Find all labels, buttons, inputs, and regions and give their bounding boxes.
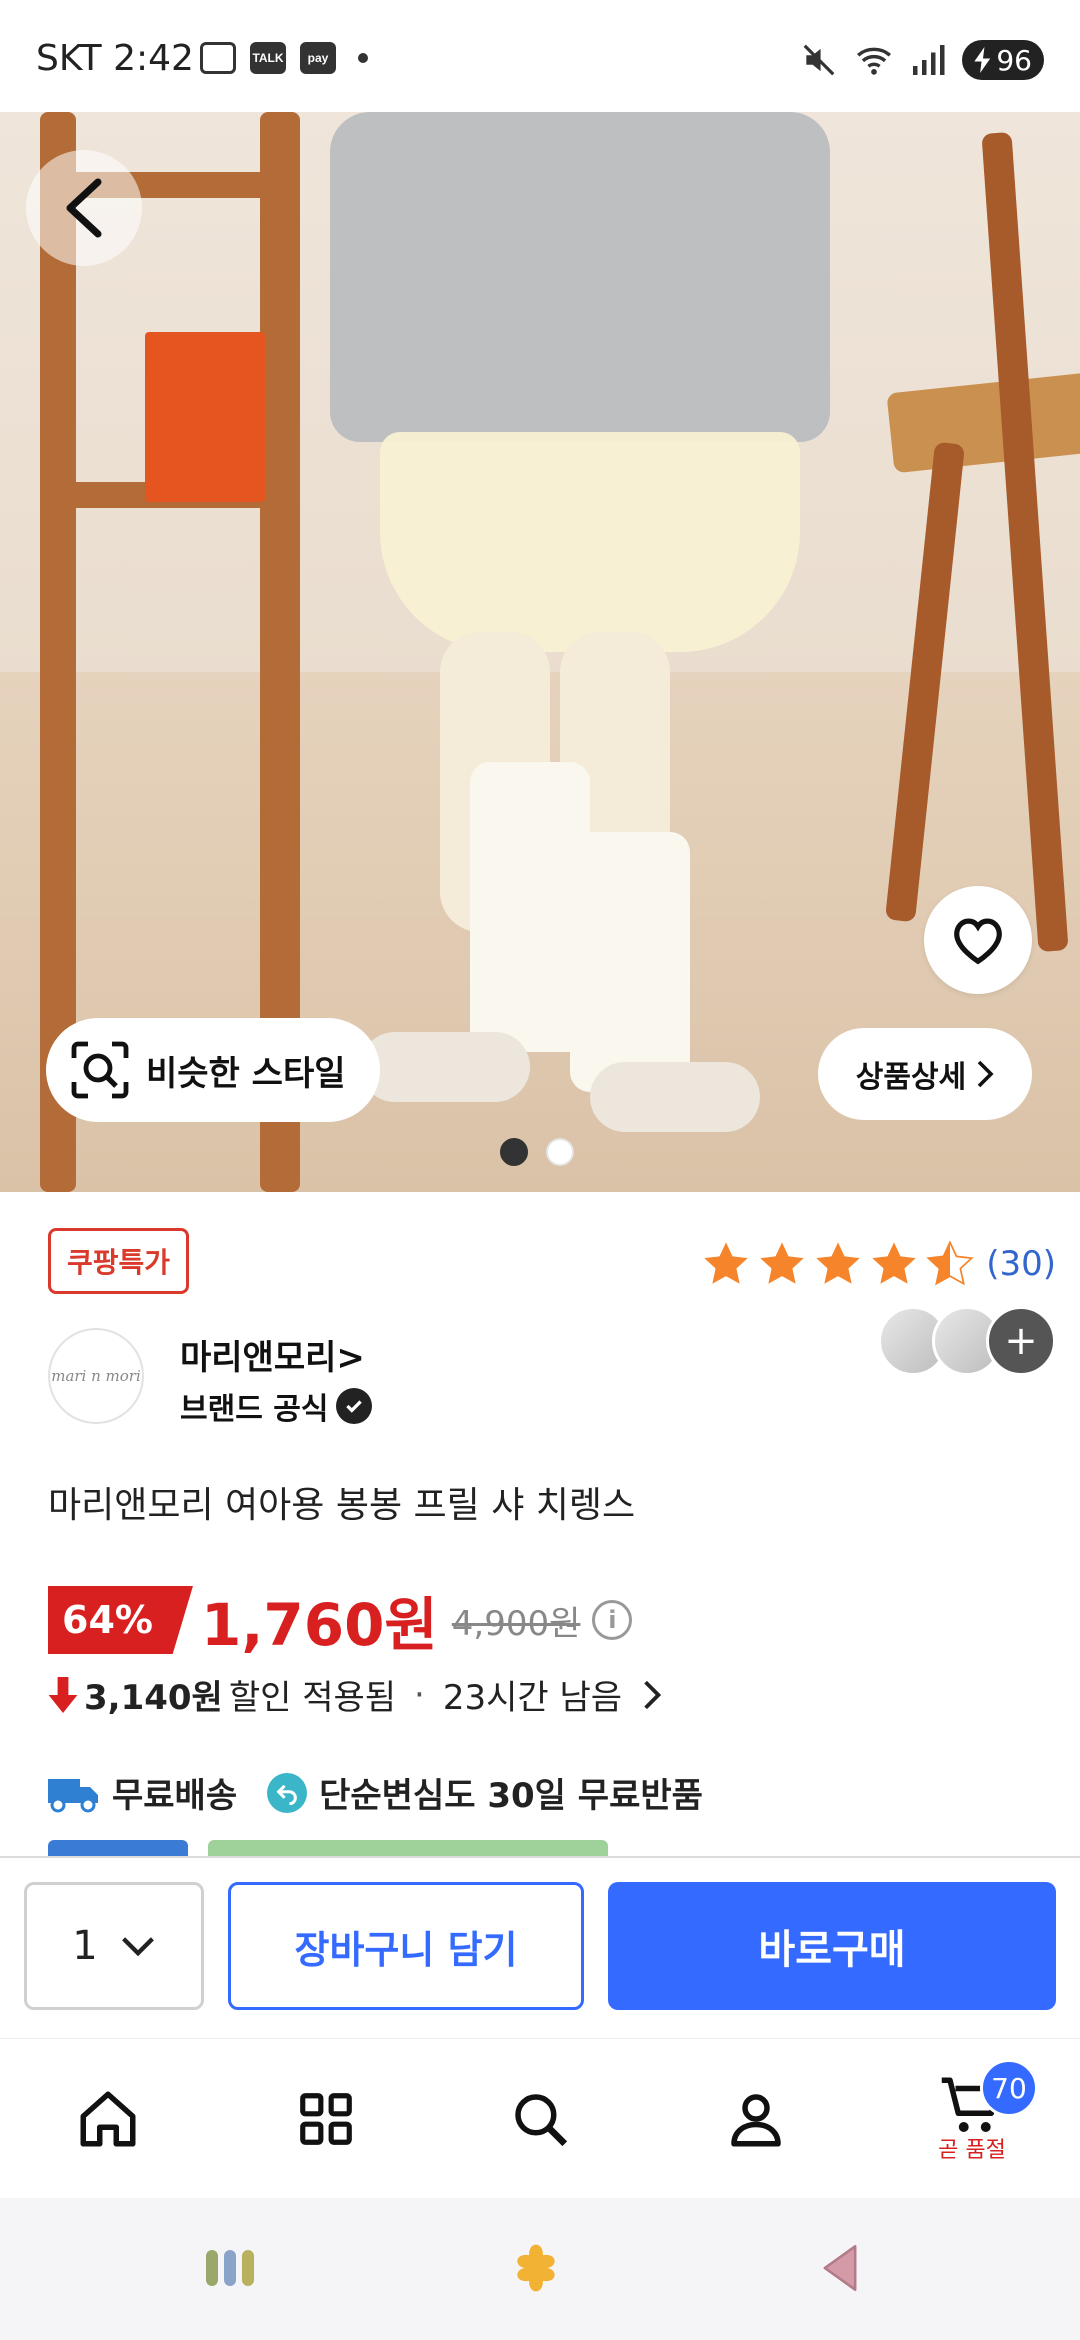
chevron-right-icon bbox=[977, 1060, 994, 1088]
home-system-button[interactable] bbox=[496, 2238, 576, 2298]
grid-icon bbox=[300, 2093, 352, 2145]
home-icon bbox=[80, 2091, 136, 2147]
status-time: SKT 2:42 bbox=[36, 38, 194, 79]
charging-bolt-icon bbox=[974, 47, 991, 73]
status-right-icons: 96 bbox=[800, 40, 1044, 80]
sale-price: 1,760원 bbox=[200, 1591, 438, 1659]
status-bar: SKT 2:42 TALK pay 96 bbox=[0, 0, 1080, 112]
wishlist-button[interactable] bbox=[924, 886, 1032, 994]
cart-count-badge: 70 bbox=[980, 2059, 1038, 2117]
user-icon bbox=[731, 2094, 781, 2147]
wifi-icon bbox=[857, 47, 892, 75]
signal-icon bbox=[913, 45, 945, 75]
photo-jacket bbox=[330, 112, 830, 442]
back-triangle-icon bbox=[823, 2245, 857, 2291]
instant-discount-row[interactable]: 3,140원 할인 적용됨 · 23시간 남음 bbox=[48, 1670, 662, 1719]
seller-logo[interactable]: mari n mori bbox=[48, 1328, 144, 1424]
return-arrow-icon bbox=[267, 1772, 308, 1813]
price-info-icon[interactable]: i bbox=[592, 1600, 633, 1640]
free-returns-label: 단순변심도 30일 무료반품 bbox=[319, 1776, 703, 1816]
review-count-link[interactable]: (30) bbox=[986, 1244, 1056, 1284]
brand-official-label: 브랜드 공식 bbox=[180, 1384, 373, 1428]
similar-style-button[interactable]: 비슷한 스타일 bbox=[46, 1018, 380, 1122]
product-title: 마리앤모리 여아용 봉봉 프릴 샤 치렝스 bbox=[48, 1485, 636, 1526]
chevron-down-icon bbox=[121, 1937, 154, 1957]
more-notifications-icon bbox=[358, 53, 368, 63]
cart-soldout-note: 곧 품절 bbox=[938, 2138, 1006, 2163]
back-button[interactable] bbox=[26, 150, 142, 266]
battery-level: 96 bbox=[996, 43, 1032, 77]
system-navigation-bar bbox=[0, 2198, 1080, 2340]
carousel-pagination bbox=[500, 1138, 574, 1166]
star-full-icon bbox=[872, 1242, 916, 1284]
nav-my-account[interactable] bbox=[686, 2039, 826, 2199]
nav-categories[interactable] bbox=[256, 2039, 396, 2199]
kakaotalk-icon: TALK bbox=[250, 42, 286, 74]
mute-icon bbox=[803, 44, 835, 76]
nav-home[interactable] bbox=[38, 2039, 178, 2199]
shipping-returns-row: 무료배송 단순변심도 30일 무료반품 bbox=[48, 1768, 703, 1817]
discount-amount: 3,140원 bbox=[84, 1678, 223, 1718]
rating-summary[interactable]: (30) bbox=[700, 1238, 1056, 1290]
chevron-right-icon bbox=[644, 1680, 662, 1709]
recent-apps-button[interactable] bbox=[190, 2238, 270, 2298]
arrow-down-icon bbox=[48, 1676, 78, 1713]
brand-official-text: 브랜드 공식 bbox=[180, 1392, 329, 1427]
status-left-icons: TALK pay bbox=[200, 42, 368, 74]
home-flower-icon bbox=[517, 2244, 555, 2292]
buy-now-button[interactable]: 바로구매 bbox=[608, 1882, 1056, 2010]
free-shipping-label: 무료배송 bbox=[112, 1776, 238, 1816]
discount-rate-badge: 64% bbox=[48, 1586, 193, 1654]
visual-search-icon bbox=[71, 1041, 129, 1099]
review-photo-thumbnails[interactable]: + bbox=[878, 1306, 1056, 1376]
product-detail-label: 상품상세 bbox=[855, 1060, 967, 1095]
photo-shoe bbox=[360, 1032, 530, 1102]
star-full-icon bbox=[704, 1242, 748, 1284]
product-detail-button[interactable]: 상품상세 bbox=[818, 1028, 1032, 1120]
battery-indicator: 96 bbox=[962, 40, 1044, 80]
time-left-text: 23시간 남음 bbox=[442, 1678, 623, 1718]
star-full-icon bbox=[760, 1242, 804, 1284]
star-half-icon bbox=[926, 1240, 974, 1286]
purchase-bar: 1 장바구니 담기 바로구매 bbox=[0, 1856, 1080, 2038]
delivery-truck-icon bbox=[48, 1778, 98, 1812]
separator-dot: · bbox=[414, 1674, 425, 1715]
screenshot-icon bbox=[200, 42, 236, 74]
discount-applied-text: 할인 적용됨 bbox=[228, 1678, 397, 1718]
special-deal-badge: 쿠팡특가 bbox=[48, 1228, 190, 1294]
search-icon bbox=[515, 2094, 568, 2147]
pay-icon: pay bbox=[300, 42, 336, 74]
add-to-cart-button[interactable]: 장바구니 담기 bbox=[228, 1882, 584, 2010]
nav-cart[interactable]: 곧 품절 70 bbox=[902, 2039, 1042, 2199]
similar-style-label: 비슷한 스타일 bbox=[146, 1053, 346, 1094]
price-row: 64% 1,760원 4,900원 i bbox=[48, 1578, 633, 1662]
back-system-button[interactable] bbox=[800, 2238, 880, 2298]
more-photos-plus-icon[interactable]: + bbox=[986, 1306, 1056, 1376]
photo-tulle-skirt bbox=[380, 432, 800, 652]
photo-shoe bbox=[590, 1062, 760, 1132]
pagination-dot-active[interactable] bbox=[500, 1138, 528, 1166]
chevron-left-icon bbox=[66, 178, 102, 238]
seller-name-link[interactable]: 마리앤모리> bbox=[180, 1330, 365, 1379]
star-full-icon bbox=[816, 1242, 860, 1284]
quantity-value: 1 bbox=[72, 1923, 98, 1969]
recent-apps-icon bbox=[206, 2250, 254, 2286]
photo-leg-warmer bbox=[570, 832, 690, 1092]
heart-icon bbox=[954, 918, 1002, 965]
pagination-dot[interactable] bbox=[546, 1138, 574, 1166]
verified-check-icon bbox=[336, 1388, 373, 1424]
nav-search[interactable] bbox=[470, 2039, 610, 2199]
quantity-select[interactable]: 1 bbox=[24, 1882, 204, 2010]
photo-book bbox=[145, 332, 265, 502]
bottom-navigation: 곧 품절 70 bbox=[0, 2038, 1080, 2198]
original-price: 4,900원 bbox=[451, 1603, 581, 1644]
